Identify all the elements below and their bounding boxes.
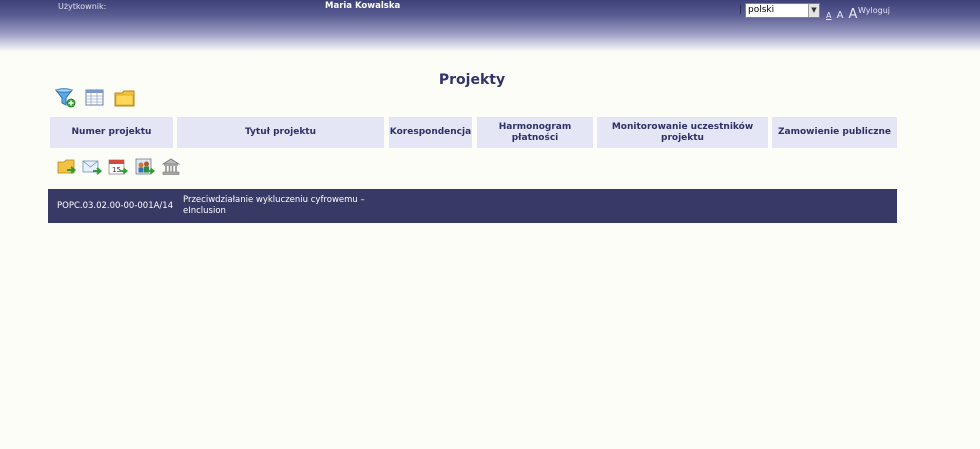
column-header-public-procurement[interactable]: Zamowienie publiczne: [772, 117, 897, 148]
user-label: Użytkownik:: [58, 2, 107, 11]
project-title[interactable]: Przeciwdziałanie wykluczeniu cyfrowemu –…: [183, 195, 383, 217]
language-value: polski: [748, 5, 775, 15]
filter-icon[interactable]: [55, 88, 77, 112]
chevron-down-icon[interactable]: ▼: [808, 4, 819, 17]
participants-icon[interactable]: [135, 158, 155, 180]
column-header-project-title[interactable]: Tytuł projektu: [177, 117, 384, 148]
table-view-icon[interactable]: [85, 89, 105, 111]
column-header-participant-monitoring[interactable]: Monitorowanie uczestników projektu: [597, 117, 768, 148]
font-size-small-button[interactable]: A: [826, 12, 831, 20]
folder-icon[interactable]: [114, 88, 136, 112]
svg-text:15: 15: [112, 166, 121, 174]
institution-icon[interactable]: [161, 158, 181, 180]
folder-arrow-icon[interactable]: [57, 158, 77, 180]
project-number[interactable]: POPC.03.02.00-00-001A/14: [57, 201, 173, 211]
column-header-correspondence[interactable]: Korespondencja: [389, 117, 472, 148]
logout-link[interactable]: Wyloguj: [858, 6, 890, 15]
font-size-large-button[interactable]: A: [849, 8, 858, 21]
calendar-15-icon[interactable]: 15: [108, 158, 128, 180]
top-header: Użytkownik: Maria Kowalska polski ▼ A A …: [0, 0, 980, 52]
mail-arrow-icon[interactable]: [82, 158, 103, 180]
user-name: Maria Kowalska: [325, 1, 401, 11]
language-select[interactable]: polski ▼: [745, 3, 820, 18]
page-title: Projekty: [438, 72, 506, 88]
column-header-project-number[interactable]: Numer projektu: [50, 117, 173, 148]
font-size-switcher: A A A: [826, 3, 857, 22]
font-size-medium-button[interactable]: A: [837, 11, 844, 21]
column-header-payment-schedule[interactable]: Harmonogram płatności: [477, 117, 593, 148]
table-row[interactable]: POPC.03.02.00-00-001A/14 Przeciwdziałani…: [48, 189, 897, 223]
header-divider: [740, 5, 741, 14]
